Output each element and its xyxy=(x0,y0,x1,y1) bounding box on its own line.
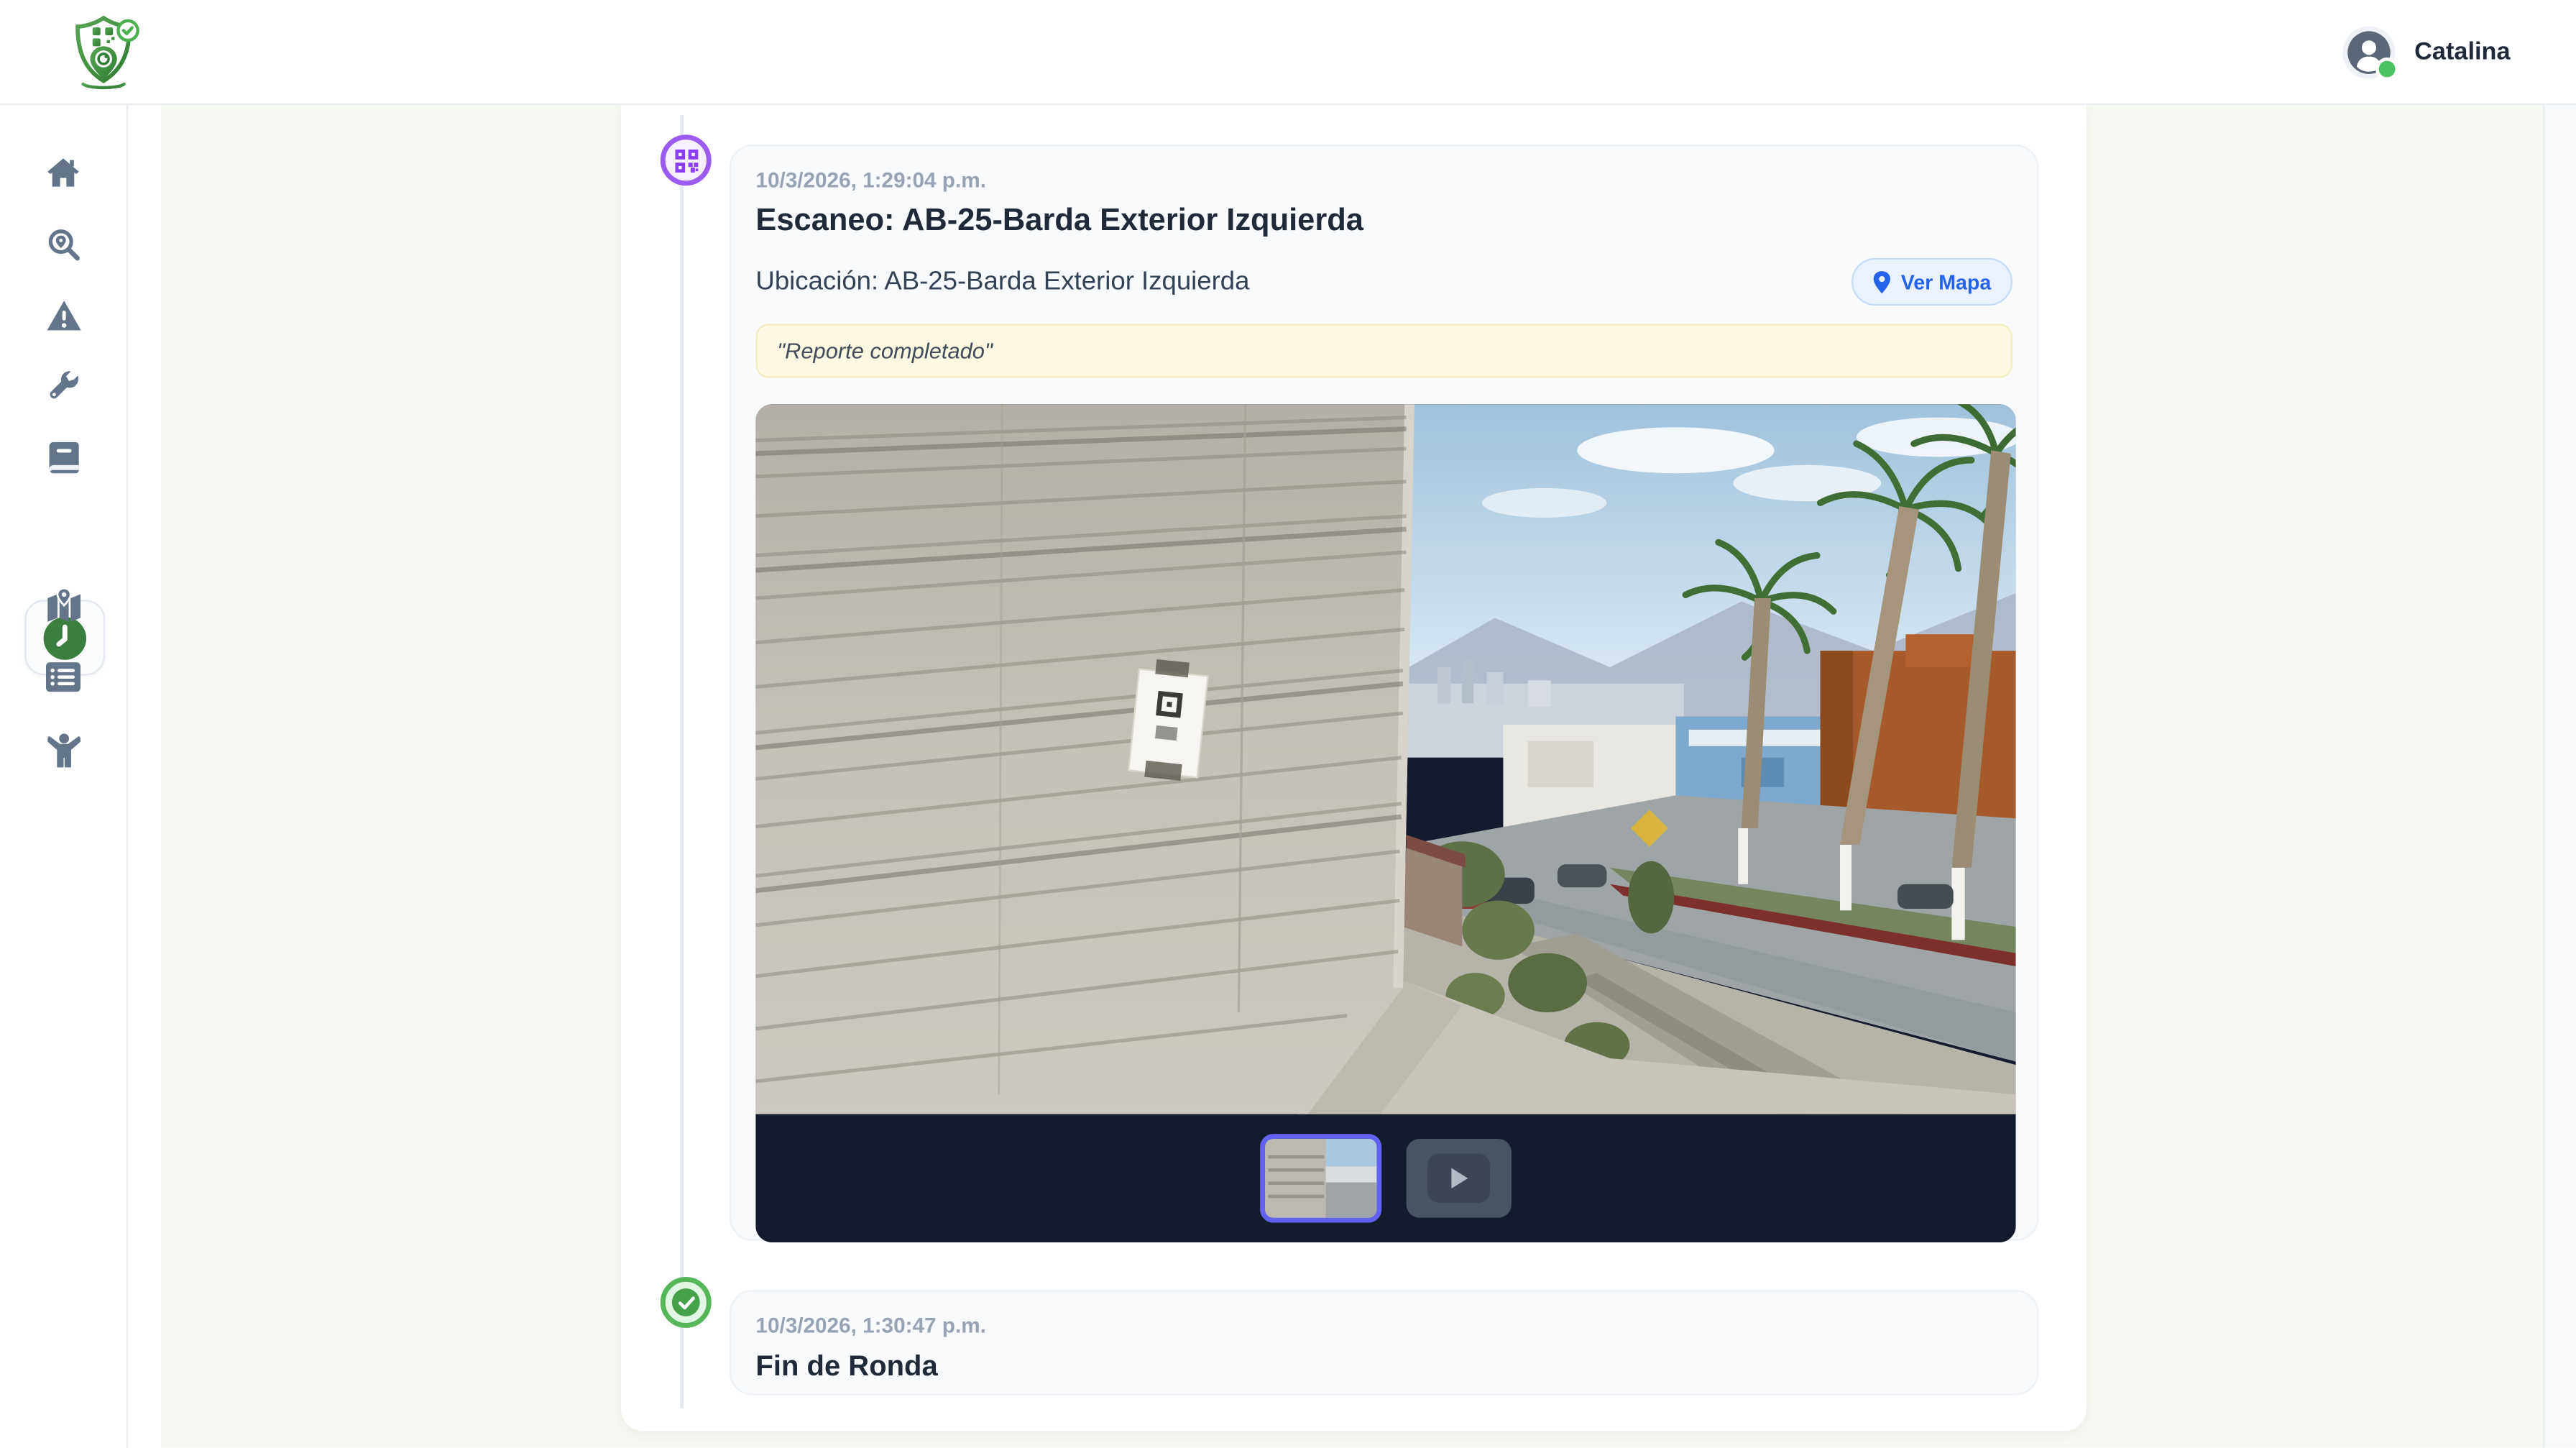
person-icon xyxy=(47,732,80,766)
alert-triangle-icon xyxy=(45,299,81,332)
map-location-icon xyxy=(45,587,81,622)
check-icon xyxy=(678,1296,694,1309)
timeline-marker-qr-scan xyxy=(661,134,712,185)
timeline-line xyxy=(680,115,684,1408)
photo-thumbnail-selected[interactable] xyxy=(1260,1134,1381,1222)
sidebar-item-guards[interactable] xyxy=(0,717,126,782)
sidebar-item-search-locations[interactable] xyxy=(0,211,126,276)
user-name: Catalina xyxy=(2414,38,2510,66)
sidebar-item-home[interactable] xyxy=(0,139,126,205)
timeline-event-scan: 10/3/2026, 1:29:04 p.m. Escaneo: AB-25-B… xyxy=(730,145,2039,1241)
list-icon xyxy=(46,662,80,692)
search-location-icon xyxy=(46,226,80,260)
user-menu[interactable]: Catalina xyxy=(2342,25,2511,78)
patrol-photo[interactable] xyxy=(755,404,2015,1114)
app-logo[interactable] xyxy=(65,11,144,93)
sidebar-item-logbook[interactable] xyxy=(0,426,126,491)
sidebar-item-reports-list[interactable] xyxy=(0,644,126,710)
sidebar-item-alerts[interactable] xyxy=(0,283,126,348)
timeline-marker-check xyxy=(661,1277,712,1328)
view-map-button[interactable]: Ver Mapa xyxy=(1852,258,2012,306)
media-viewer xyxy=(755,404,2015,1242)
qr-code-icon xyxy=(674,149,697,172)
qr-shield-logo-icon xyxy=(68,12,143,91)
view-map-label: Ver Mapa xyxy=(1901,270,1991,293)
online-status-dot xyxy=(2375,57,2398,80)
event-note: "Reporte completado" xyxy=(755,324,2012,377)
event-title: Fin de Ronda xyxy=(755,1350,2012,1384)
check-circle-icon xyxy=(672,1288,700,1316)
home-icon xyxy=(46,156,80,189)
play-icon xyxy=(1445,1165,1472,1192)
sidebar-item-tools[interactable] xyxy=(0,353,126,418)
event-timestamp: 10/3/2026, 1:30:47 p.m. xyxy=(755,1313,2012,1337)
event-timestamp: 10/3/2026, 1:29:04 p.m. xyxy=(755,168,2012,192)
app-root: Catalina xyxy=(0,0,2576,1448)
scrollbar-track[interactable] xyxy=(2543,104,2576,1448)
top-header: Catalina xyxy=(0,0,2576,105)
sidebar-item-map[interactable] xyxy=(0,572,126,637)
video-thumbnail[interactable] xyxy=(1407,1139,1512,1218)
timeline-panel: 10/3/2026, 1:29:04 p.m. Escaneo: AB-25-B… xyxy=(621,104,2087,1431)
avatar xyxy=(2342,25,2395,78)
wrench-icon xyxy=(46,369,80,403)
media-strip xyxy=(755,1114,2015,1242)
map-pin-icon xyxy=(1873,270,1891,293)
book-icon xyxy=(47,441,80,476)
sidebar-nav xyxy=(0,104,128,1448)
event-location: Ubicación: AB-25-Barda Exterior Izquierd… xyxy=(755,267,1249,296)
timeline-event-end: 10/3/2026, 1:30:47 p.m. Fin de Ronda xyxy=(730,1290,2039,1395)
event-title: Escaneo: AB-25-Barda Exterior Izquierda xyxy=(755,203,2012,239)
